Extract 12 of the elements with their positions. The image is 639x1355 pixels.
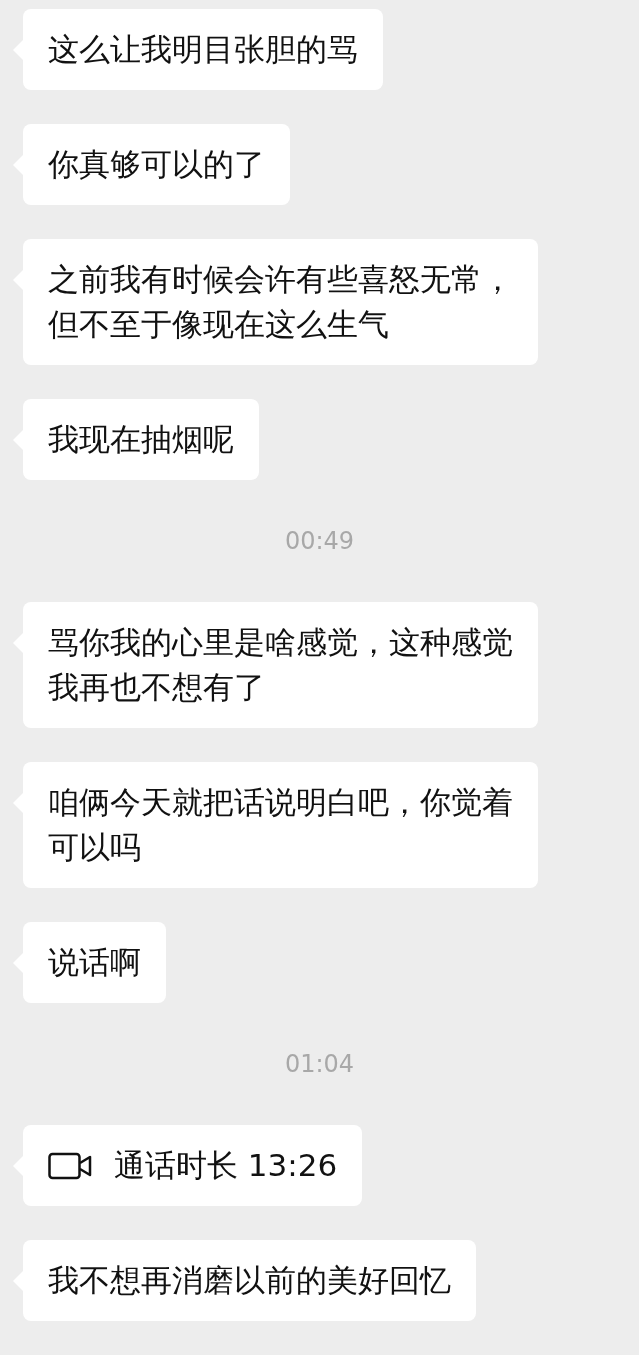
message-bubble: 我不想再消磨以前的美好回忆: [23, 1240, 476, 1321]
message-bubble: 我现在抽烟呢: [23, 399, 259, 480]
message-bubble: 这么让我明目张胆的骂: [23, 9, 383, 90]
message-bubble: 之前我有时候会许有些喜怒无常， 但不至于像现在这么生气: [23, 239, 538, 365]
message-bubble: 骂你我的心里是啥感觉，这种感觉 我再也不想有了: [23, 602, 538, 728]
message-bubble: 说话啊: [23, 922, 166, 1003]
timestamp: 01:04: [284, 1049, 355, 1080]
message-bubble: 咱俩今天就把话说明白吧，你觉着 可以吗: [23, 762, 538, 888]
call-bubble[interactable]: 通话时长 13:26: [23, 1125, 363, 1206]
timestamp: 00:49: [284, 526, 355, 557]
video-camera-icon: [48, 1151, 92, 1180]
message-bubble: 你真够可以的了: [23, 124, 290, 205]
